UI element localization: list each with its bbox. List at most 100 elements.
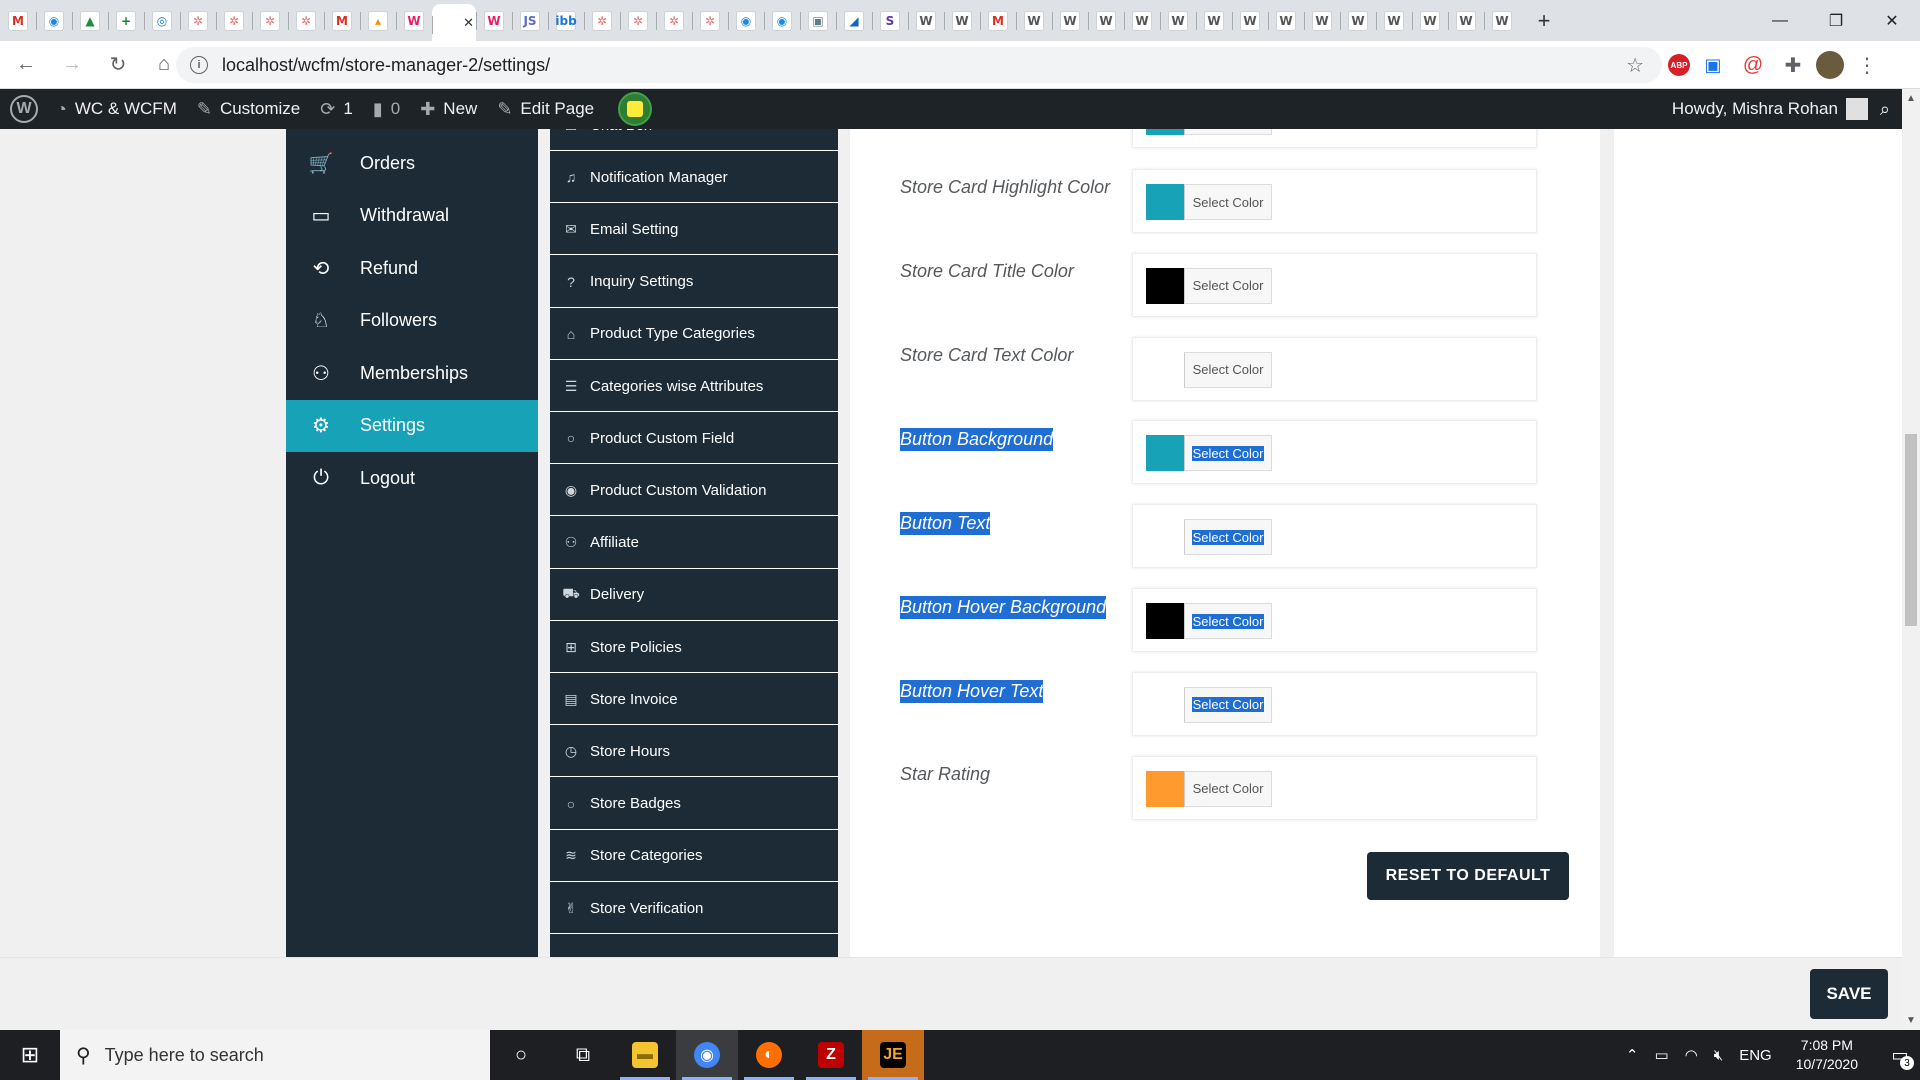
site-info-icon[interactable]: i: [190, 56, 208, 74]
browser-tab[interactable]: W: [1340, 0, 1376, 41]
comments-link[interactable]: ▮ 0: [363, 89, 410, 129]
color-swatch[interactable]: [1146, 770, 1184, 807]
settings-tab[interactable]: ◷ Store Hours: [550, 726, 838, 778]
adblock-plus-icon[interactable]: ABP: [1668, 54, 1690, 76]
browser-tab[interactable]: W: [1160, 0, 1196, 41]
reload-icon[interactable]: ↻: [98, 45, 138, 85]
settings-tab[interactable]: ♫ Notification Manager: [550, 152, 838, 204]
file-explorer-icon[interactable]: ▬: [614, 1030, 676, 1080]
color-swatch[interactable]: [1146, 184, 1184, 220]
settings-tab[interactable]: ☰ Categories wise Attributes: [550, 361, 838, 412]
forward-icon[interactable]: →: [52, 45, 92, 85]
settings-tab[interactable]: ≋ Store Categories: [550, 831, 838, 882]
site-name-link[interactable]: ◔ WC & WCFM: [46, 89, 187, 129]
browser-tab[interactable]: ◢: [836, 0, 872, 41]
browser-tab[interactable]: ◉: [36, 0, 72, 41]
settings-tab[interactable]: ? Inquiry Settings: [550, 257, 838, 308]
select-color-button[interactable]: Select Color: [1184, 686, 1272, 723]
browser-tab[interactable]: ◉: [764, 0, 800, 41]
browser-tab[interactable]: ✲: [620, 0, 656, 41]
browser-tab[interactable]: W: [1268, 0, 1304, 41]
browser-tab[interactable]: ◎: [144, 0, 180, 41]
settings-tab[interactable]: ⚇ Affiliate: [550, 518, 838, 569]
sidebar-item-settings[interactable]: ⚙ Settings: [286, 399, 538, 452]
browser-tab[interactable]: W: [944, 0, 980, 41]
browser-tab[interactable]: W: [1448, 0, 1484, 41]
browser-tab[interactable]: ✲: [692, 0, 728, 41]
browser-tab[interactable]: ▲: [72, 0, 108, 41]
wordpress-logo-icon[interactable]: W: [10, 95, 38, 123]
browser-tab[interactable]: M: [980, 0, 1016, 41]
settings-tab[interactable]: ◉ Product Custom Validation: [550, 465, 838, 517]
browser-tab[interactable]: W: [396, 0, 432, 41]
color-swatch[interactable]: [1146, 351, 1184, 388]
minimize-icon[interactable]: ―: [1752, 0, 1808, 41]
color-swatch[interactable]: [1146, 686, 1184, 723]
plugin-circle-icon[interactable]: [618, 92, 653, 126]
task-view-icon[interactable]: ⧉: [552, 1030, 614, 1080]
browser-tab[interactable]: ✲: [288, 0, 324, 41]
browser-tab[interactable]: W: [1376, 0, 1412, 41]
color-swatch[interactable]: [1146, 129, 1184, 135]
cortana-icon[interactable]: ○: [490, 1030, 552, 1080]
scroll-thumb[interactable]: [1905, 434, 1917, 626]
address-bar[interactable]: i localhost/wcfm/store-manager-2/setting…: [176, 47, 1662, 83]
firefox-taskbar-icon[interactable]: ◐: [738, 1030, 800, 1080]
settings-tab[interactable]: ○ Store Badges: [550, 779, 838, 830]
close-window-icon[interactable]: ✕: [1864, 0, 1920, 41]
search-icon[interactable]: ⌕: [1880, 99, 1890, 120]
wifi-icon[interactable]: ◠: [1685, 1046, 1698, 1064]
select-color-button[interactable]: Select Color: [1184, 129, 1272, 135]
settings-tab[interactable]: ⛟ Delivery: [550, 570, 838, 621]
save-button[interactable]: SAVE: [1810, 969, 1888, 1019]
back-icon[interactable]: ←: [6, 45, 46, 85]
browser-tab[interactable]: W: [1124, 0, 1160, 41]
browser-tab[interactable]: ✕: [432, 4, 476, 41]
color-swatch[interactable]: [1146, 519, 1184, 556]
close-tab-icon[interactable]: ✕: [463, 15, 474, 31]
sidebar-item-logout[interactable]: ⏻ Logout: [286, 452, 538, 504]
browser-tab[interactable]: ▣: [800, 0, 836, 41]
browser-tab[interactable]: W: [1484, 0, 1520, 41]
browser-tab[interactable]: W: [1412, 0, 1448, 41]
select-color-button[interactable]: Select Color: [1184, 603, 1272, 639]
browser-tab[interactable]: M: [0, 0, 36, 41]
browser-menu-icon[interactable]: ⋮: [1850, 47, 1884, 83]
scroll-up-icon[interactable]: ▲: [1906, 93, 1916, 104]
browser-tab[interactable]: W: [908, 0, 944, 41]
settings-tab[interactable]: ○ Product Custom Field: [550, 413, 838, 465]
select-color-button[interactable]: Select Color: [1184, 519, 1272, 556]
bookmark-star-icon[interactable]: ☆: [1626, 53, 1644, 78]
color-swatch[interactable]: [1146, 603, 1184, 639]
reset-to-default-button[interactable]: RESET TO DEFAULT: [1367, 852, 1569, 900]
browser-tab[interactable]: W: [1304, 0, 1340, 41]
filezilla-taskbar-icon[interactable]: Z: [800, 1030, 862, 1080]
browser-tab[interactable]: ▴: [360, 0, 396, 41]
select-color-button[interactable]: Select Color: [1184, 770, 1272, 807]
windows-start-icon[interactable]: ⊞: [0, 1030, 60, 1080]
extensions-puzzle-icon[interactable]: ✚: [1776, 47, 1810, 83]
select-color-button[interactable]: Select Color: [1184, 184, 1272, 220]
page-scrollbar[interactable]: ▲ ▼: [1902, 89, 1920, 1030]
browser-tab[interactable]: W: [1232, 0, 1268, 41]
browser-tab[interactable]: S: [872, 0, 908, 41]
jetbrains-taskbar-icon[interactable]: JE: [862, 1030, 924, 1080]
chrome-taskbar-icon[interactable]: ◉: [676, 1030, 738, 1080]
profile-avatar[interactable]: [1816, 51, 1844, 79]
settings-tab[interactable]: …: [550, 935, 838, 957]
settings-tab[interactable]: ⌂ Product Type Categories: [550, 309, 838, 360]
select-color-button[interactable]: Select Color: [1184, 351, 1272, 388]
volume-muted-icon[interactable]: 🔇︎: [1714, 1047, 1723, 1064]
maximize-icon[interactable]: ❐: [1808, 0, 1864, 41]
settings-tab[interactable]: ✌ Store Verification: [550, 883, 838, 934]
language-indicator[interactable]: ENG: [1739, 1047, 1772, 1064]
taskbar-search-box[interactable]: ⚲ Type here to search: [60, 1030, 490, 1080]
color-swatch[interactable]: [1146, 267, 1184, 304]
browser-tab[interactable]: ✲: [584, 0, 620, 41]
browser-tab[interactable]: W: [1016, 0, 1052, 41]
sidebar-item-withdrawal[interactable]: ▭ Withdrawal: [286, 190, 538, 242]
browser-tab[interactable]: ◉: [728, 0, 764, 41]
sidebar-item-followers[interactable]: ♘ Followers: [286, 295, 538, 347]
new-tab-button[interactable]: +: [1528, 5, 1560, 37]
color-swatch[interactable]: [1146, 435, 1184, 472]
